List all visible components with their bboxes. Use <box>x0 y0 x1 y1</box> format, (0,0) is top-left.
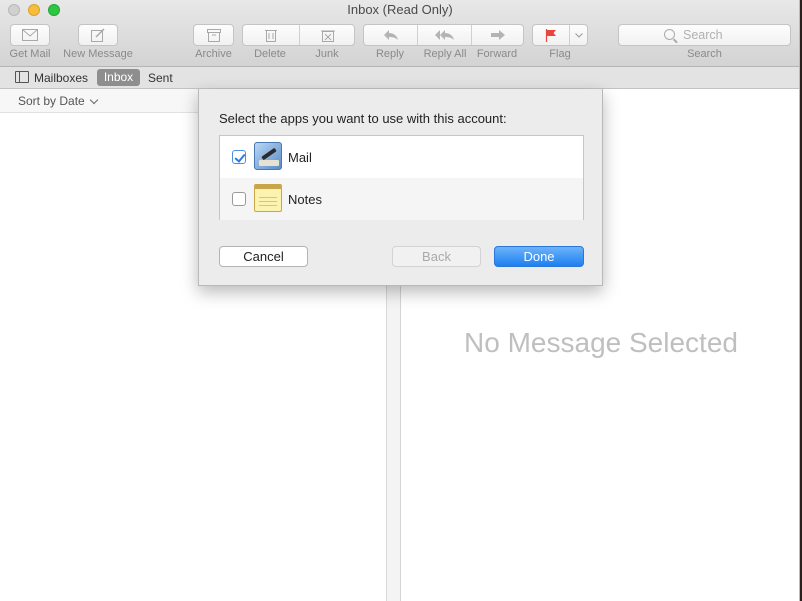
search-icon <box>664 29 675 40</box>
app-row-mail[interactable]: Mail <box>220 136 583 178</box>
delete-junk-segment <box>242 24 355 46</box>
junk-bin-icon <box>320 30 335 42</box>
delete-label: Delete <box>254 48 286 60</box>
mail-window: Inbox (Read Only) Get Mail New Message A… <box>0 0 800 601</box>
reply-all-arrow-icon <box>434 30 454 40</box>
new-message-button[interactable] <box>78 24 118 46</box>
new-message-label: New Message <box>63 48 133 60</box>
cancel-button[interactable]: Cancel <box>219 246 308 267</box>
reply-arrow-icon <box>383 30 398 40</box>
favorite-inbox[interactable]: Inbox <box>97 69 140 86</box>
app-name-notes: Notes <box>288 192 322 207</box>
notes-app-icon <box>254 184 282 212</box>
get-mail-button[interactable] <box>10 24 50 46</box>
forward-button[interactable] <box>472 25 524 45</box>
delete-button[interactable] <box>243 25 299 45</box>
favorite-sent[interactable]: Sent <box>148 70 173 86</box>
account-apps-sheet: Select the apps you want to use with thi… <box>198 89 603 286</box>
search-placeholder: Search <box>683 28 723 42</box>
junk-button[interactable] <box>300 25 355 45</box>
chevron-down-icon <box>89 95 99 105</box>
mail-checkbox[interactable] <box>232 150 246 164</box>
flag-label: Flag <box>549 48 571 60</box>
flag-button[interactable] <box>532 24 588 46</box>
flag-icon <box>545 28 556 42</box>
reply-button[interactable] <box>364 25 417 45</box>
toolbar: Inbox (Read Only) Get Mail New Message A… <box>0 0 799 67</box>
search-field[interactable]: Search <box>618 24 791 46</box>
flag-menu-button[interactable] <box>570 25 588 45</box>
search-label: Search <box>687 48 722 60</box>
forward-arrow-icon <box>491 30 505 40</box>
archive-label: Archive <box>195 48 232 60</box>
notes-checkbox[interactable] <box>232 192 246 206</box>
reply-label: Reply <box>375 48 405 60</box>
mailboxes-button[interactable]: Mailboxes <box>34 70 88 86</box>
app-name-mail: Mail <box>288 150 312 165</box>
mail-app-icon <box>254 142 282 170</box>
compose-icon <box>91 28 105 42</box>
app-row-notes[interactable]: Notes <box>220 178 583 220</box>
chevron-down-icon <box>575 32 583 38</box>
get-mail-label: Get Mail <box>9 48 51 60</box>
trash-icon <box>265 30 277 42</box>
forward-label: Forward <box>476 48 518 60</box>
archive-button[interactable] <box>193 24 234 46</box>
sidebar-toggle-icon[interactable] <box>15 71 29 83</box>
sheet-prompt: Select the apps you want to use with thi… <box>219 111 507 126</box>
favorites-bar: Mailboxes Inbox Sent <box>0 67 799 89</box>
no-message-selected: No Message Selected <box>464 327 738 358</box>
envelope-icon <box>22 29 38 41</box>
done-button[interactable]: Done <box>494 246 584 267</box>
apps-list: Mail Notes <box>219 135 584 220</box>
reply-all-button[interactable] <box>418 25 471 45</box>
reply-segment <box>363 24 524 46</box>
sort-label[interactable]: Sort by Date <box>18 94 85 108</box>
archive-box-icon <box>206 28 221 42</box>
flag-main[interactable] <box>533 25 569 45</box>
back-button[interactable]: Back <box>392 246 481 267</box>
junk-label: Junk <box>315 48 339 60</box>
window-title: Inbox (Read Only) <box>347 2 453 17</box>
reply-all-label: Reply All <box>423 48 467 60</box>
